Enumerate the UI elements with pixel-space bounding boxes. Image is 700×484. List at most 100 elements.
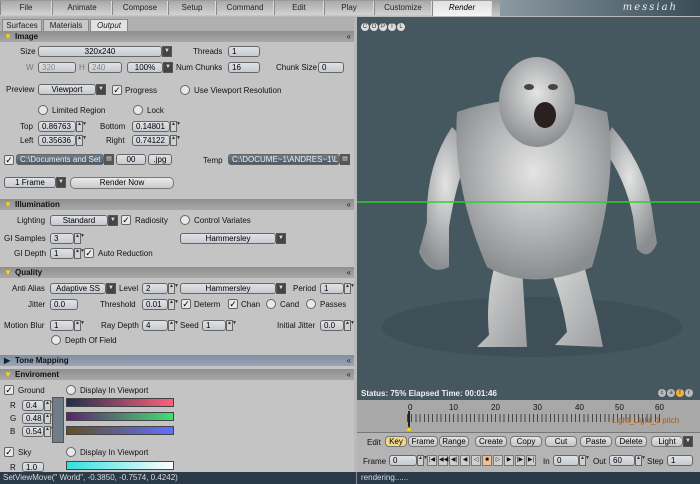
zoom-dropdown[interactable]: 100% [127,62,163,73]
frame-number-field[interactable]: 00 [116,154,146,165]
chevron-down-icon[interactable]: ▼ [96,84,106,95]
ray-depth-field[interactable]: 4 [142,320,168,331]
menu-tab-setup[interactable]: Setup [168,1,216,15]
viewport-corner-button-f[interactable]: f [676,389,684,397]
seed-stepper[interactable]: ▲▼ [226,320,237,331]
height-field[interactable]: 240 [88,62,122,73]
period-field[interactable]: 1 [320,283,344,294]
collapse-icon[interactable]: « [347,199,351,210]
section-tone-mapping-header[interactable]: ▶ Tone Mapping « [0,355,354,366]
ground-display-radio[interactable] [66,385,76,395]
progress-checkbox[interactable]: ✓ [112,85,122,95]
ground-g-slider[interactable] [66,412,174,421]
next-frame-icon[interactable]: ▷ [493,455,503,466]
ground-color-swatch[interactable] [52,397,64,443]
ground-b-field[interactable]: 0.54 [22,426,44,437]
sky-r-slider[interactable] [66,461,174,470]
control-variates-radio[interactable] [180,215,190,225]
period-stepper[interactable]: ▲▼ [344,283,354,294]
level-stepper[interactable]: ▲▼ [168,283,179,294]
step-forward-icon[interactable]: |▶ [515,455,525,466]
lock-radio[interactable] [133,105,143,115]
key-button[interactable]: Key [385,436,407,447]
sky-display-radio[interactable] [66,447,76,457]
threshold-stepper[interactable]: ▲▼ [168,299,179,310]
previous-frame-icon[interactable]: ◁ [471,455,481,466]
top-field[interactable]: 0.86763 [38,121,76,132]
tab-surfaces[interactable]: Surfaces [2,19,42,31]
initial-jitter-stepper[interactable]: ▲▼ [344,320,354,331]
render-viewport[interactable]: COPTL Status: 75% Elapsed Time: 00:01:46… [357,17,700,400]
section-environment-header[interactable]: ▼ Enviroment « [0,369,354,380]
anti-alias-dropdown[interactable]: Adaptive SS [50,283,106,294]
ground-g-field[interactable]: 0.48 [22,413,44,424]
menu-tab-edit[interactable]: Edit [274,1,324,15]
size-dropdown[interactable]: 320x240 [38,46,162,57]
viewport-corner-button-c[interactable]: c [658,389,666,397]
step-back-icon[interactable]: ◀| [449,455,459,466]
collapse-icon[interactable]: « [347,267,351,278]
initial-jitter-field[interactable]: 0.0 [320,320,344,331]
cand-radio[interactable] [266,299,276,309]
menu-tab-customize[interactable]: Customize [374,1,432,15]
gi-samples-stepper[interactable]: ▲▼ [74,233,85,244]
in-stepper[interactable]: ▲▼ [579,455,590,466]
threads-field[interactable]: 1 [228,46,260,57]
menu-tab-render[interactable]: Render [432,1,492,16]
go-to-start-icon[interactable]: |◀ [427,455,437,466]
left-field[interactable]: 0.35636 [38,135,76,146]
ground-g-stepper[interactable]: ▲▼ [44,413,55,424]
motion-blur-stepper[interactable]: ▲▼ [74,320,85,331]
menu-tab-play[interactable]: Play [324,1,374,15]
out-stepper[interactable]: ▲▼ [635,455,646,466]
ground-r-slider[interactable] [66,398,174,407]
collapse-icon[interactable]: « [347,355,351,366]
right-stepper[interactable]: ▲▼ [170,135,181,146]
temp-path-field[interactable]: C:\DOCUME~1\ANDRES~1\L [228,154,340,165]
num-chunks-field[interactable]: 16 [228,62,260,73]
section-illumination-header[interactable]: ▼ Illumination « [0,199,354,210]
depth-of-field-radio[interactable] [51,335,61,345]
ground-r-field[interactable]: 0.4 [22,400,44,411]
menu-tab-command[interactable]: Command [216,1,274,15]
gi-samples-field[interactable]: 3 [50,233,74,244]
auto-reduction-checkbox[interactable]: ✓ [84,248,94,258]
passes-radio[interactable] [306,299,316,309]
collapse-icon[interactable]: « [347,369,351,380]
frame-stepper[interactable]: ▲▼ [417,455,428,466]
chevron-down-icon[interactable]: ▼ [108,215,118,226]
chevron-down-icon[interactable]: ▼ [276,233,286,244]
delete-button[interactable]: Delete [615,436,647,447]
cut-button[interactable]: Cut [545,436,577,447]
chevron-down-icon[interactable]: ▼ [162,46,172,57]
frame-button[interactable]: Frame [408,436,438,447]
ground-r-stepper[interactable]: ▲▼ [44,400,55,411]
bottom-field[interactable]: 0.14801 [132,121,170,132]
chevron-down-icon[interactable]: ▼ [163,62,173,73]
copy-button[interactable]: Copy [510,436,542,447]
threshold-field[interactable]: 0.01 [142,299,168,310]
ground-b-slider[interactable] [66,426,174,435]
frame-mode-dropdown[interactable]: 1 Frame [4,177,56,188]
quality-sampler-dropdown[interactable]: Hammersley [180,283,276,294]
paste-button[interactable]: Paste [580,436,612,447]
right-field[interactable]: 0.74122 [132,135,170,146]
sky-r-field[interactable]: 1.0 [22,462,44,472]
render-now-button[interactable]: Render Now [70,177,174,189]
timeline-track[interactable]: 0 10 20 30 40 50 60 ▲ Light_Light_1 pitc… [357,400,700,433]
viewport-corner-button-r[interactable]: r [685,389,693,397]
radiosity-checkbox[interactable]: ✓ [121,215,131,225]
browse-icon[interactable]: ▤ [104,154,114,165]
sky-checkbox[interactable]: ✓ [4,447,14,457]
top-stepper[interactable]: ▲▼ [76,121,87,132]
section-image-header[interactable]: ▼ Image « [0,31,354,42]
menu-tab-file[interactable]: File [0,1,52,15]
light-dropdown[interactable]: Light [651,436,683,447]
ground-checkbox[interactable]: ✓ [4,385,14,395]
left-stepper[interactable]: ▲▼ [76,135,87,146]
chevron-down-icon[interactable]: ▼ [56,177,66,188]
viewport-corner-button-a[interactable]: a [667,389,675,397]
frame-field[interactable]: 0 [389,455,417,466]
previous-key-icon[interactable]: ◀◀ [438,455,448,466]
save-output-checkbox[interactable]: ✓ [4,155,14,165]
